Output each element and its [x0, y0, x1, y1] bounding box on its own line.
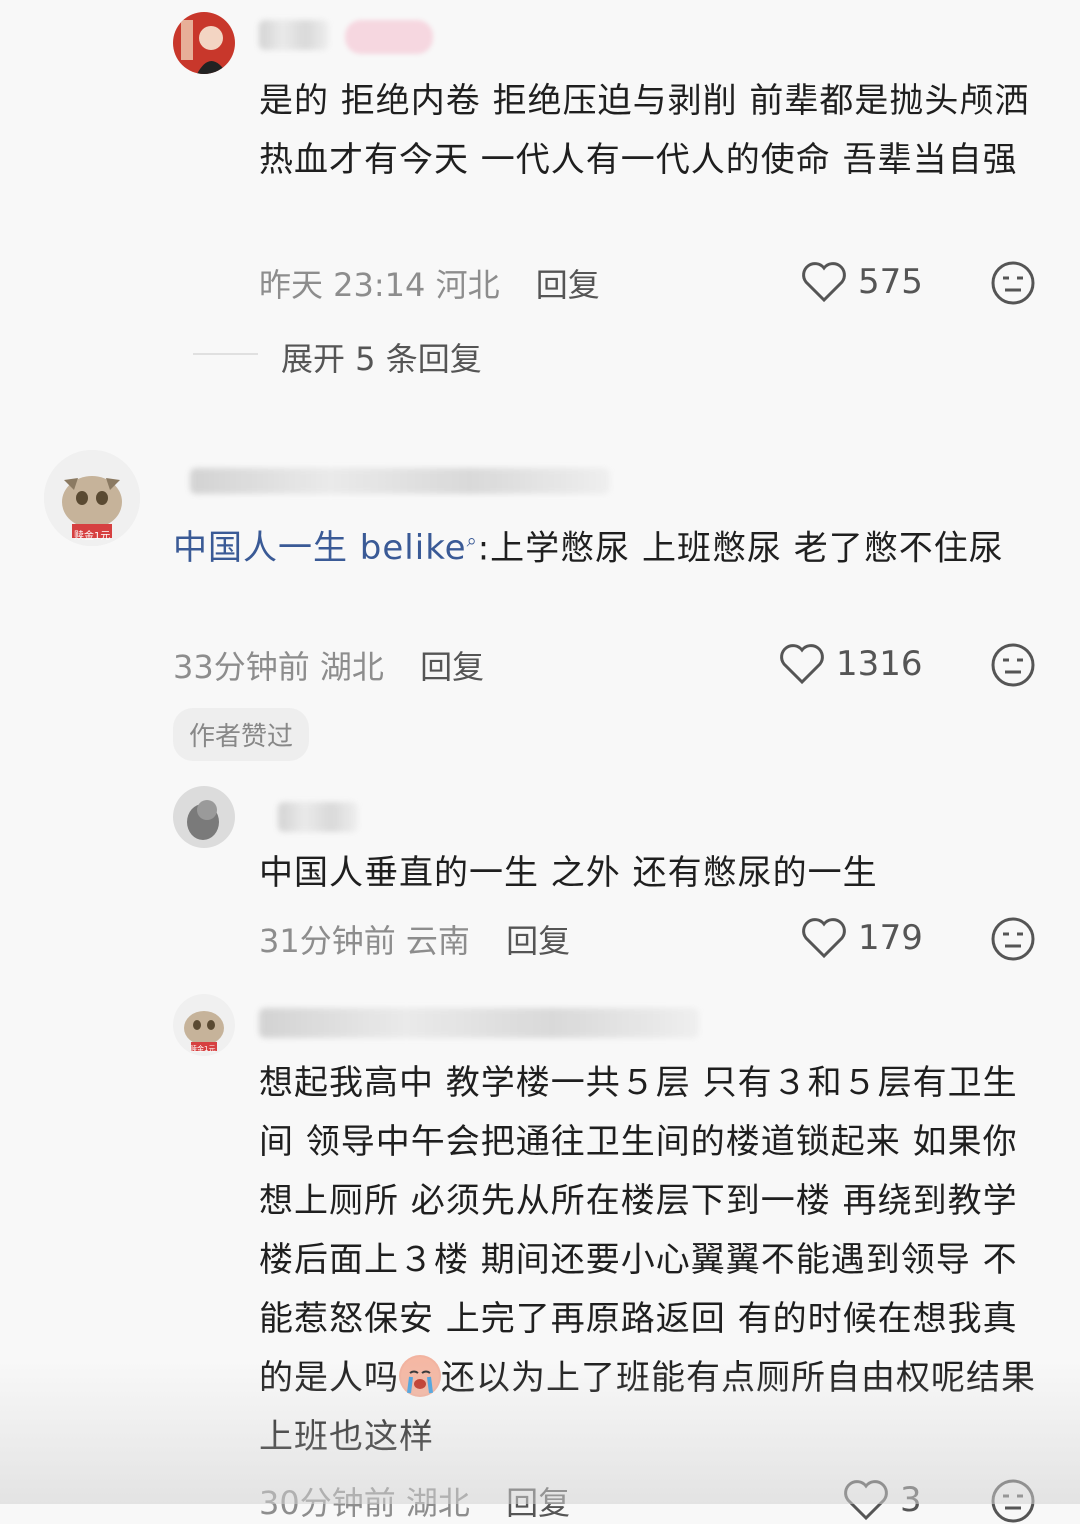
- avatar[interactable]: [173, 786, 235, 848]
- username[interactable]: [190, 468, 610, 494]
- comment-time: 31分钟前: [259, 922, 396, 960]
- avatar[interactable]: [173, 12, 235, 74]
- dislike-face-icon[interactable]: [990, 260, 1036, 306]
- dislike-face-icon[interactable]: [990, 1478, 1036, 1524]
- dislike-face-icon[interactable]: [990, 642, 1036, 688]
- comment-location: 湖北: [319, 648, 384, 686]
- comment-meta: 昨天 23:14 河北 回复: [259, 260, 600, 306]
- comment-text: 想起我高中 教学楼一共５层 只有３和５层有卫生间 领导中午会把通往卫生间的楼道锁…: [259, 1063, 1036, 1457]
- like-button[interactable]: 179: [800, 916, 923, 960]
- like-button[interactable]: 1316: [778, 642, 923, 686]
- like-count: 3: [900, 1480, 922, 1520]
- comment-text: 是的 拒绝内卷 拒绝压迫与剥削 前辈都是抛头颅洒热血才有今天 一代人有一代人的使…: [259, 81, 1030, 180]
- comment-time: 33分钟前: [173, 648, 310, 686]
- comment-meta: 33分钟前 湖北 回复: [173, 642, 484, 688]
- crying-face-emoji: [399, 1355, 441, 1397]
- comment-time: 30分钟前: [259, 1484, 396, 1522]
- comment-text: 中国人一生 belike⌕:上学憋尿 上班憋尿 老了憋不住尿: [173, 528, 1004, 569]
- username[interactable]: [278, 802, 358, 832]
- heart-icon: [802, 918, 846, 959]
- like-count: 179: [858, 918, 923, 958]
- comment-meta: 31分钟前 云南 回复: [259, 916, 570, 962]
- heart-icon: [844, 1480, 888, 1521]
- author-liked-badge: 作者赞过: [173, 708, 310, 761]
- username[interactable]: [259, 20, 329, 50]
- comment-time: 昨天 23:14: [259, 266, 426, 304]
- expand-replies-button[interactable]: 展开 5 条回复: [281, 334, 482, 380]
- comment-location: 河北: [435, 266, 500, 304]
- like-count: 1316: [836, 644, 923, 684]
- like-button[interactable]: 3: [842, 1478, 922, 1522]
- comment-meta: 30分钟前 湖北 回复: [259, 1478, 570, 1524]
- heart-icon: [780, 644, 824, 685]
- dislike-face-icon[interactable]: [990, 916, 1036, 962]
- heart-icon: [802, 262, 846, 303]
- reply-button[interactable]: 回复: [420, 648, 484, 686]
- reply-button[interactable]: 回复: [506, 922, 570, 960]
- comment-location: 云南: [405, 922, 470, 960]
- comment-location: 湖北: [405, 1484, 470, 1522]
- like-button[interactable]: 575: [800, 260, 923, 304]
- like-count: 575: [858, 262, 923, 302]
- divider-line: [193, 353, 258, 355]
- username[interactable]: [259, 1008, 699, 1038]
- avatar-badge-text: 赎金1元: [190, 1045, 216, 1053]
- reply-button[interactable]: 回复: [536, 266, 600, 304]
- user-badge: [345, 20, 433, 54]
- reply-button[interactable]: 回复: [506, 1484, 570, 1522]
- topic-link[interactable]: 中国人一生 belike⌕: [173, 528, 478, 568]
- avatar-badge-text: 赎金1元: [74, 531, 111, 542]
- comment-text: 中国人垂直的一生 之外 还有憋尿的一生: [259, 853, 878, 893]
- search-icon: ⌕: [466, 531, 478, 552]
